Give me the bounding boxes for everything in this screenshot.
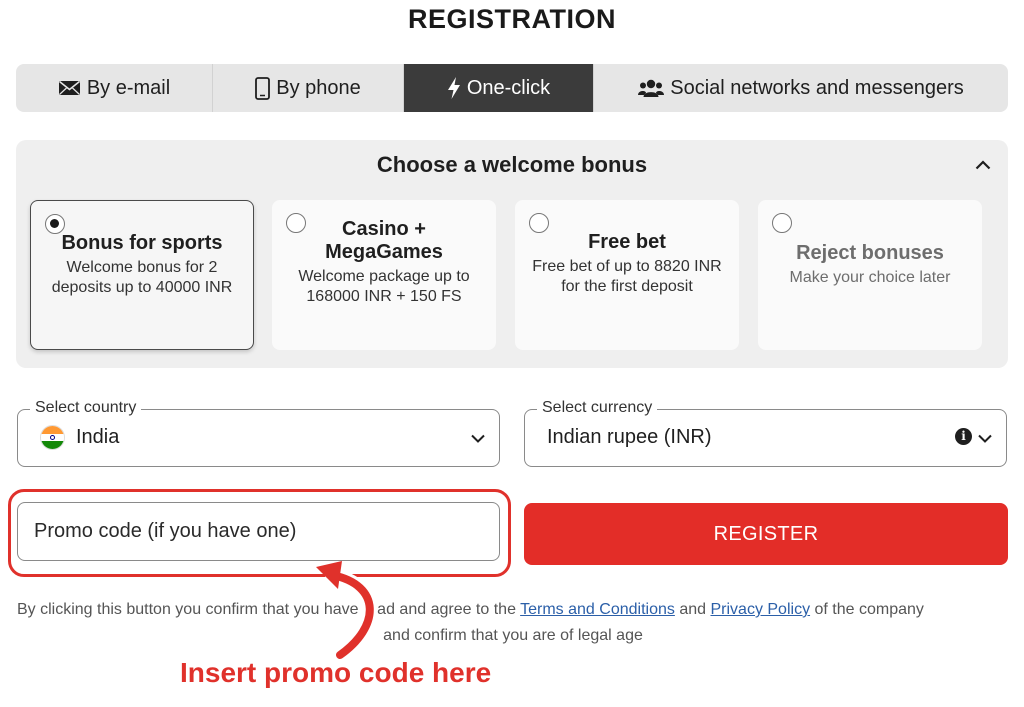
tab-label: By e-mail (86, 76, 171, 99)
bonus-card-casino[interactable]: Casino + MegaGames Welcome package up to… (272, 200, 496, 350)
tab-label: One-click (466, 76, 551, 99)
radio-button[interactable] (772, 213, 792, 233)
tab-by-email[interactable]: By e-mail (16, 64, 213, 112)
annotation-label: Insert promo code here (180, 657, 492, 688)
lightning-icon (447, 77, 461, 99)
card-title: Free bet (588, 231, 666, 253)
legal-notice: By clicking this button you confirm that… (17, 597, 1009, 649)
card-description: Free bet of up to 8820 INR for the first… (532, 258, 722, 295)
tab-social-networks[interactable]: Social networks and messengers (594, 64, 1008, 112)
promo-code-input[interactable] (17, 502, 500, 561)
legal-line-2: and confirm that you are of legal age (383, 627, 643, 644)
welcome-bonus-panel: Choose a welcome bonus Bonus for sports … (16, 140, 1008, 368)
chevron-up-icon[interactable] (972, 154, 994, 176)
radio-button[interactable] (529, 213, 549, 233)
radio-button[interactable] (286, 213, 306, 233)
country-value: India (76, 426, 120, 448)
card-title: Reject bonuses (796, 242, 944, 264)
card-description: Welcome bonus for 2 deposits up to 40000… (51, 259, 233, 296)
chevron-down-icon[interactable] (471, 430, 485, 448)
card-title: Bonus for sports (61, 232, 223, 254)
tab-label: By phone (276, 76, 361, 99)
legal-and: and (679, 601, 707, 618)
india-flag-icon (40, 425, 65, 450)
currency-select[interactable]: Select currency Indian rupee (INR) i (524, 399, 1007, 467)
terms-link[interactable]: Terms and Conditions (520, 601, 675, 618)
users-icon (638, 78, 665, 98)
currency-value: Indian rupee (INR) (547, 426, 712, 448)
tab-label: Social networks and messengers (670, 76, 964, 99)
bonus-card-free-bet[interactable]: Free bet Free bet of up to 8820 INR for … (515, 200, 739, 350)
phone-icon (255, 76, 271, 100)
radio-button[interactable] (45, 214, 65, 234)
chevron-down-icon[interactable] (978, 430, 992, 448)
annotation-arrow-icon (316, 561, 377, 660)
currency-label: Select currency (537, 399, 658, 417)
privacy-link[interactable]: Privacy Policy (710, 601, 810, 618)
card-title: Casino + MegaGames (325, 218, 443, 263)
card-description: Make your choice later (789, 269, 951, 286)
envelope-icon (58, 80, 81, 96)
card-description: Welcome package up to 168000 INR + 150 F… (298, 268, 470, 305)
legal-prefix: By clicking this button you confirm that… (17, 601, 516, 618)
legal-suffix: of the company (814, 601, 924, 618)
country-label: Select country (30, 399, 142, 417)
bonus-card-reject[interactable]: Reject bonuses Make your choice later (758, 200, 982, 350)
tab-by-phone[interactable]: By phone (213, 64, 404, 112)
page-title: REGISTRATION (408, 4, 616, 34)
bonus-card-sports[interactable]: Bonus for sports Welcome bonus for 2 dep… (30, 200, 254, 350)
registration-tabs: By e-mail By phone One-click Social netw… (16, 64, 1008, 112)
register-button[interactable]: REGISTER (524, 503, 1008, 565)
tab-one-click[interactable]: One-click (404, 64, 594, 112)
country-select[interactable]: Select country India (17, 399, 500, 467)
bonus-heading: Choose a welcome bonus (376, 152, 648, 177)
info-icon[interactable]: i (955, 428, 972, 445)
